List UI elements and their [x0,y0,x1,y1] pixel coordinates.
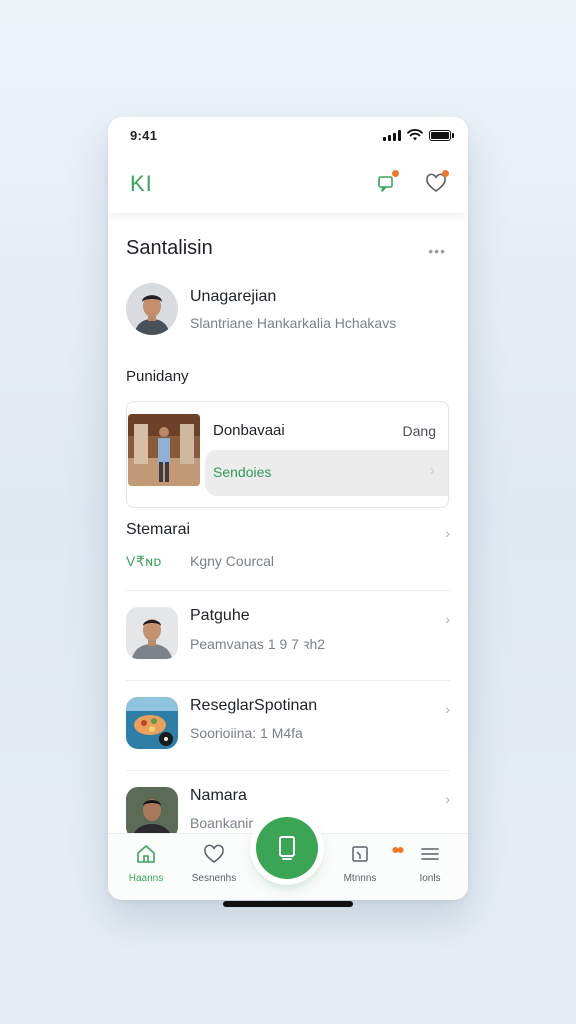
chevron-right-icon: › [445,701,450,717]
signal-icon [383,129,401,141]
avatar [126,697,178,749]
person-portrait [126,607,178,659]
app-logo: KI [130,171,153,196]
feature-action-label: Sendoies [213,464,272,480]
food-photo [126,697,178,749]
list-item-title: Patguhe [190,607,250,624]
nav-item-home[interactable]: Haanns [116,844,176,884]
nav-label: Sesnenhs [191,873,237,884]
home-indicator [223,901,353,907]
section-title: Santalisin [126,237,213,259]
person-portrait [126,283,178,335]
status-bar: 9:41 [108,117,468,155]
list-item-title: ReseglarSpotinan [190,697,318,714]
list-item-title: Stemarai [126,521,191,538]
nav-item-calendar[interactable]: Mtnnns [330,844,390,884]
phone-frame: 9:41 KI Santalisin ••• Unagarejian Slant… [108,117,468,900]
chevron-right-icon: › [445,525,450,541]
nav-label: Mtnnns [343,873,377,884]
heart-icon [204,844,224,863]
notification-dot [392,170,399,177]
list-item[interactable]: Patguhe Peamvanas 1 9 7 ꝛh2 › [126,591,450,681]
battery-icon [429,129,451,141]
list-item-title: Namara [190,787,247,804]
list-item-tag: V₹ɴᴅ [126,553,162,569]
list-item[interactable]: Stemarai › V₹ɴᴅ Kgny Courcal [126,513,450,591]
device-icon [279,836,295,860]
profile-row[interactable]: Unagarejian Slantriane Hankarkalia Hchak… [126,281,450,337]
list-item-subtitle: Kgny Courcal [190,553,275,569]
feature-card[interactable]: Donbavaai Dang Sendoies › [126,401,449,508]
wifi-icon [407,129,423,141]
subsection-title: Punidany [126,368,189,385]
chevron-right-icon: › [429,462,435,479]
home-icon [137,845,155,863]
list-item-subtitle: Soorioiina: 1 M4fa [190,725,303,741]
feature-title: Donbavaai [213,422,285,439]
notification-dot [442,170,449,177]
nav-label: Haanns [128,873,164,884]
center-action-button[interactable] [256,817,318,879]
calendar-icon [352,846,368,862]
profile-subtitle: Slantriane Hankarkalia Hchakavs [190,315,397,331]
main-content: Santalisin ••• Unagarejian Slantriane Ha… [108,213,468,833]
feature-action-button[interactable]: Sendoies › [205,450,448,496]
app-header: KI [108,155,468,213]
status-icons [383,129,454,141]
menu-icon [421,848,439,860]
messages-button[interactable] [372,169,400,197]
list-item[interactable]: ReseglarSpotinan Soorioiina: 1 M4fa › [126,681,450,771]
favorites-button[interactable] [422,169,450,197]
list-item-subtitle: Peamvanas 1 9 7 ꝛh2 [190,636,326,652]
person-portrait [126,787,178,833]
nav-item-menu[interactable]: Ionls [400,844,460,884]
status-time: 9:41 [130,128,158,143]
nav-label: Ionls [419,873,441,884]
person-photo [128,414,200,486]
chevron-right-icon: › [445,791,450,807]
avatar [126,283,178,335]
avatar [126,787,178,833]
more-options-button[interactable]: ••• [428,243,446,259]
avatar [126,607,178,659]
feature-side-label: Dang [402,423,436,439]
feature-image [128,414,200,486]
nav-item-saved[interactable]: Sesnenhs [184,844,244,884]
profile-name: Unagarejian [190,288,277,305]
list-item-subtitle: Boankanir [190,815,254,831]
chevron-right-icon: › [445,611,450,627]
